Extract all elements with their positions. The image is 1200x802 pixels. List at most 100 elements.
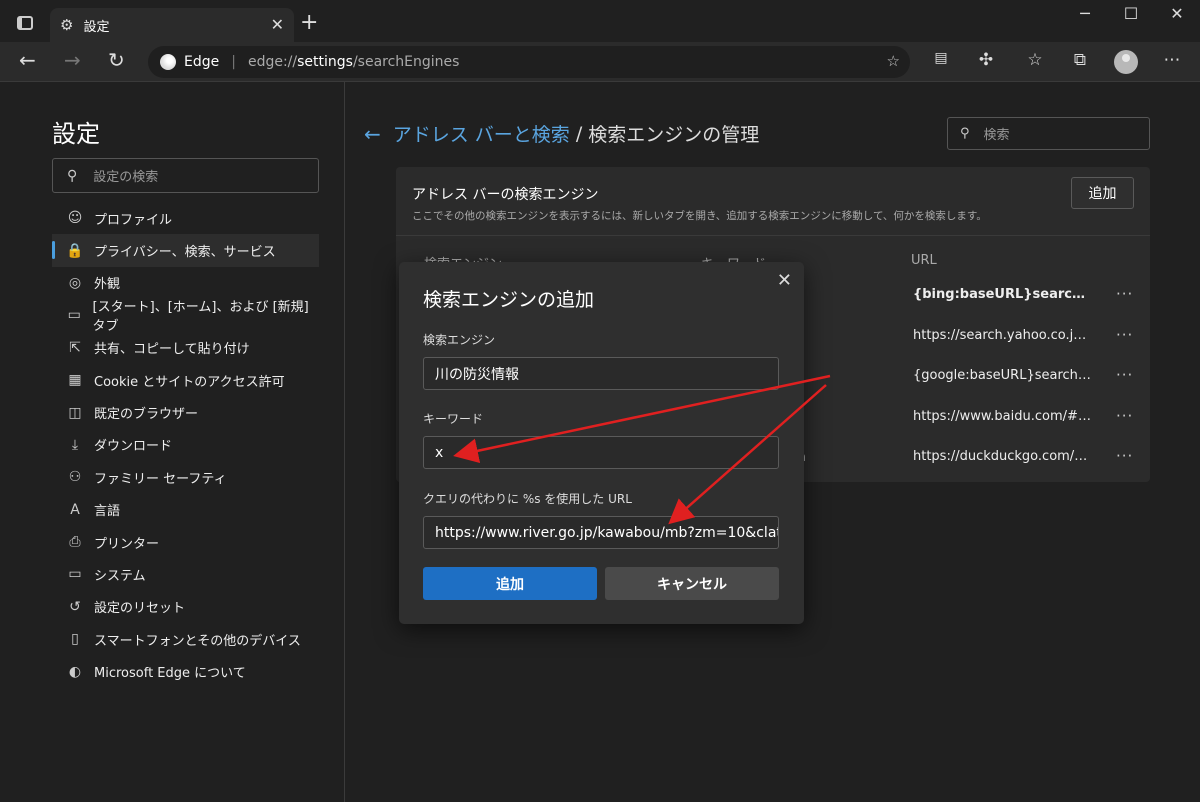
dialog-title: 検索エンジンの追加 [423, 289, 595, 311]
sidebar-item-label: [スタート]、[ホーム]、および [新規] タブ [92, 300, 309, 335]
close-icon[interactable]: ✕ [271, 15, 284, 34]
sidebar-item[interactable]: A 言語 [52, 494, 319, 526]
laptop-icon: ▭ [68, 566, 82, 583]
sidebar-item-label: Cookie とサイトのアクセス許可 [94, 374, 285, 390]
settings-search-input[interactable]: ⚲ 設定の検索 [52, 158, 319, 193]
sidebar-item[interactable]: ▭ [スタート]、[ホーム]、および [新規] タブ [52, 299, 319, 335]
add-engine-dialog: 検索エンジンの追加 ✕ 検索エンジン キーワード クエリの代わりに %s を使用… [399, 262, 804, 624]
profile-avatar[interactable] [1114, 50, 1138, 74]
dialog-cancel-button[interactable]: キャンセル [605, 567, 779, 600]
main-search-input[interactable]: ⚲ 検索 [947, 117, 1150, 150]
printer-icon: ⎙ [69, 534, 81, 551]
row-more-button[interactable]: ··· [1116, 326, 1133, 344]
settings-search-placeholder: 設定の検索 [93, 170, 159, 185]
column-header-url: URL [911, 253, 937, 268]
family-icon: ⚇ [68, 469, 82, 486]
sidebar-item-label: プリンター [94, 536, 160, 552]
address-bar[interactable]: Edge | edge://settings/searchEngines ☆ [148, 46, 910, 78]
breadcrumb-sep: / [569, 122, 589, 145]
address-brand: Edge [184, 54, 220, 70]
row-more-button[interactable]: ··· [1116, 366, 1133, 384]
more-menu-icon[interactable]: ⋯ [1160, 50, 1184, 70]
close-window-button[interactable]: ✕ [1154, 4, 1200, 23]
engine-url-cell: https://search.yahoo.co.jp/... [913, 327, 1093, 343]
engine-url-cell: {google:baseURL}search?q... [913, 368, 1093, 383]
row-more-button[interactable]: ··· [1116, 285, 1133, 303]
sidebar-item[interactable]: ⤓ ダウンロード [52, 429, 319, 461]
minimize-button[interactable]: ─ [1062, 4, 1108, 23]
address-separator: | [231, 54, 236, 70]
sidebar-item[interactable]: ◐ Microsoft Edge について [52, 655, 319, 687]
sidebar-item-label: 共有、コピーして貼り付け [94, 342, 250, 358]
add-engine-button[interactable]: 追加 [1071, 177, 1134, 209]
sidebar-item-label: プライバシー、検索、サービス [94, 245, 276, 261]
favorites-icon[interactable]: ☆ [1023, 50, 1047, 70]
breadcrumb-link[interactable]: アドレス バーと検索 [393, 120, 570, 147]
share-icon: ⇱ [69, 339, 81, 356]
sidebar-menu: ☺ プロファイル 🔒 プライバシー、検索、サービス ◎ 外観 ▭ [スタート]、[ホーム]、お… [52, 202, 319, 688]
tab-settings[interactable]: ⚙ 設定 ✕ [50, 8, 294, 42]
search-icon: ⚲ [67, 167, 78, 184]
sidebar-item-label: ダウンロード [94, 439, 173, 455]
settings-sidebar: 設定 ⚲ 設定の検索 ☺ プロファイル 🔒 プライバシー、検索、サービス ◎ 外観 ▭ [スタ… [0, 82, 345, 802]
address-url: edge://settings/searchEngines [247, 54, 460, 70]
reading-view-icon[interactable]: ▤ [929, 50, 953, 66]
maximize-button[interactable]: ☐ [1108, 4, 1154, 23]
sidebar-item[interactable]: ↺ 設定のリセット [52, 591, 319, 623]
card-divider [396, 235, 1150, 236]
download-icon: ⤓ [71, 436, 79, 453]
sidebar-item-label: 言語 [94, 504, 121, 520]
sidebar-item[interactable]: ◎ 外観 [52, 267, 319, 299]
sidebar-item[interactable]: ▦ Cookie とサイトのアクセス許可 [52, 364, 319, 396]
engine-name-field[interactable] [423, 357, 779, 390]
engine-url-cell: https://duckduckgo.com/?... [913, 449, 1093, 464]
url-label: クエリの代わりに %s を使用した URL [423, 492, 632, 506]
main-search-placeholder: 検索 [983, 128, 1010, 143]
tab-actions-icon[interactable] [17, 16, 33, 30]
extensions-icon[interactable]: ✣ [974, 50, 998, 70]
sidebar-item-label: 設定のリセット [94, 601, 186, 617]
sidebar-item-label: ファミリー セーフティ [94, 471, 227, 487]
profile-icon: ☺ [67, 210, 83, 227]
sidebar-item[interactable]: ⎙ プリンター [52, 526, 319, 558]
back-arrow-icon[interactable]: ← [364, 122, 381, 146]
reset-icon: ↺ [69, 598, 81, 615]
edge-icon: ◐ [68, 663, 82, 680]
sidebar-item[interactable]: ▯ スマートフォンとその他のデバイス [52, 623, 319, 655]
site-permissions-icon: ▦ [68, 372, 82, 389]
sidebar-item[interactable]: ☺ プロファイル [52, 202, 319, 234]
edge-logo-icon [160, 54, 176, 70]
palette-icon: ◎ [68, 274, 82, 291]
keyword-field[interactable] [423, 436, 779, 469]
sidebar-item-label: Microsoft Edge について [94, 666, 246, 682]
engine-url-cell: {bing:baseURL}search?q=... [913, 287, 1093, 302]
sidebar-item[interactable]: ▭ システム [52, 558, 319, 590]
back-button[interactable]: ← [19, 48, 36, 72]
sidebar-item-label: 既定のブラウザー [94, 407, 199, 423]
url-field[interactable] [423, 516, 779, 549]
title-bar: ⚙ 設定 ✕ + ─ ☐ ✕ [0, 0, 1200, 42]
language-icon: A [70, 501, 80, 518]
page-title: 検索エンジンの管理 [588, 124, 760, 146]
card-title: アドレス バーの検索エンジン [412, 187, 599, 203]
dialog-add-button[interactable]: 追加 [423, 567, 597, 600]
home-tab-icon: ▭ [67, 307, 81, 324]
breadcrumb: ← アドレス バーと検索 / 検索エンジンの管理 [364, 120, 759, 147]
sidebar-item[interactable]: ⇱ 共有、コピーして貼り付け [52, 332, 319, 364]
collections-icon[interactable]: ⧉ [1068, 50, 1092, 70]
card-description: ここでその他の検索エンジンを表示するには、新しいタブを開き、追加する検索エンジン… [412, 210, 987, 222]
gear-icon: ⚙ [60, 16, 74, 34]
default-browser-icon: ◫ [68, 404, 82, 421]
row-more-button[interactable]: ··· [1116, 447, 1133, 465]
add-favorite-icon[interactable]: ☆ [887, 52, 900, 70]
sidebar-item[interactable]: ⚇ ファミリー セーフティ [52, 461, 319, 493]
new-tab-button[interactable]: + [300, 10, 318, 35]
sidebar-item[interactable]: ◫ 既定のブラウザー [52, 396, 319, 428]
sidebar-item-label: システム [94, 568, 146, 584]
row-more-button[interactable]: ··· [1116, 407, 1133, 425]
close-icon[interactable]: ✕ [777, 270, 792, 291]
forward-button[interactable]: → [64, 48, 81, 72]
sidebar-item[interactable]: 🔒 プライバシー、検索、サービス [52, 234, 319, 267]
refresh-button[interactable]: ↻ [108, 48, 125, 72]
sidebar-item-label: スマートフォンとその他のデバイス [94, 633, 301, 649]
